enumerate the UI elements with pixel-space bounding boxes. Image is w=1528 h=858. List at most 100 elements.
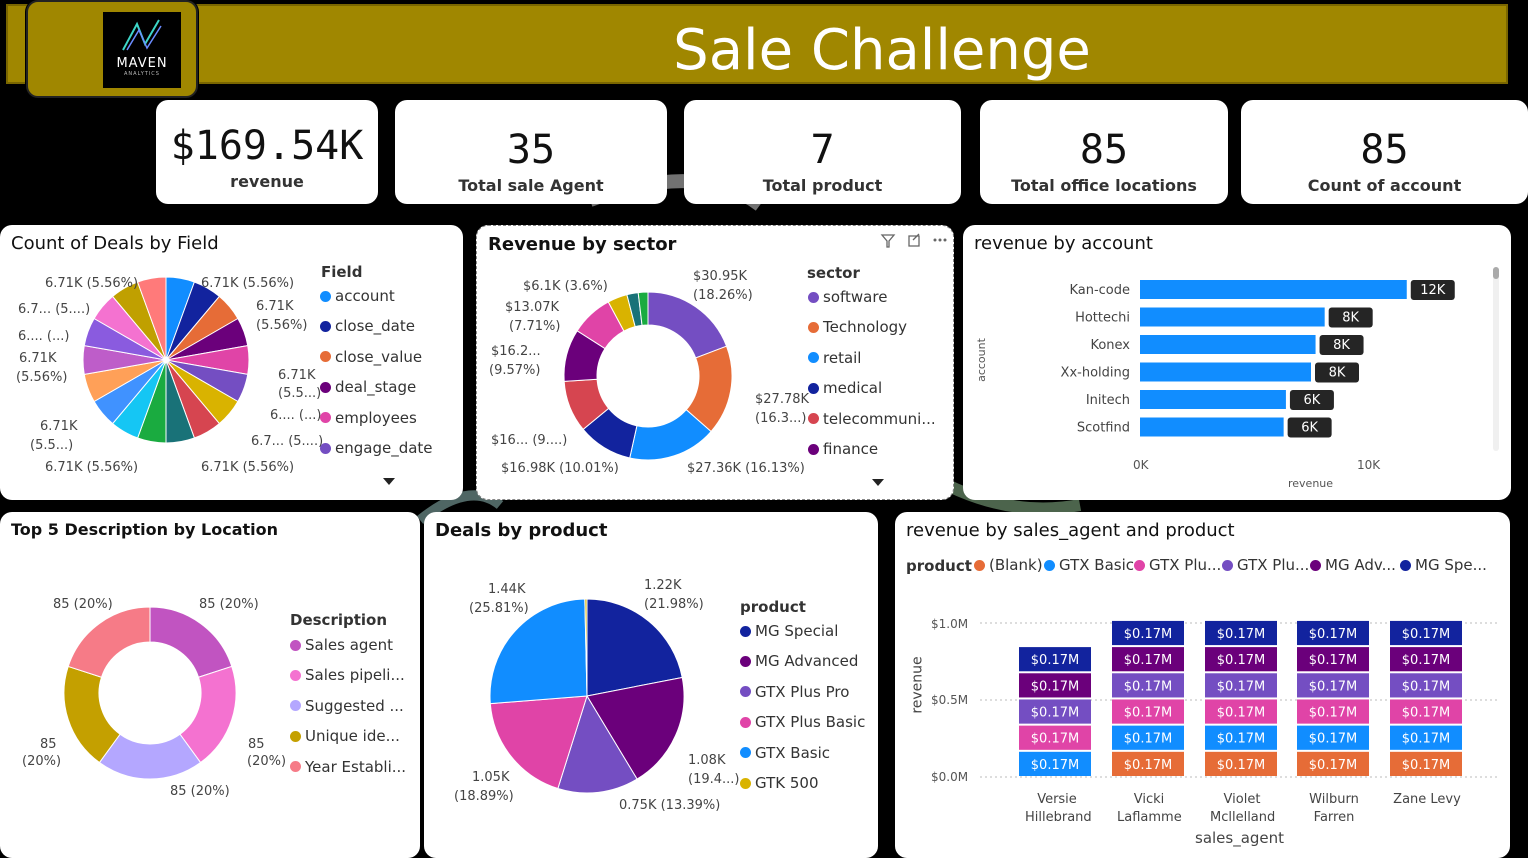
legend-marker [290,669,301,681]
slice-label: $16... (9....) [491,433,568,448]
kpi-accounts-value: 85 [1360,127,1409,173]
legend-item[interactable]: GTK 500 [740,774,819,792]
card-revenue-by-sector[interactable]: Revenue by sector $30.95K (18.26%) $27.7… [476,225,954,500]
card-top5-description[interactable]: Top 5 Description by Location 85 (20%) 8… [0,512,420,858]
slice-label: 6.7... (5....) [18,302,91,317]
legend-item[interactable]: Sales pipeli... [290,666,405,684]
bar[interactable] [1140,335,1316,354]
legend-item[interactable]: employees [320,409,417,427]
legend-label: Sales pipeli... [305,666,405,685]
legend-marker [320,290,331,302]
y-tick: Scotfind [1077,421,1130,436]
legend-marker [808,321,819,333]
legend-label: software [823,288,888,306]
legend-item[interactable]: account [320,287,395,305]
dashboard: Sale Challenge MAVEN ANALYTICS $169.54K … [0,0,1528,858]
scrollbar-thumb[interactable] [1493,267,1499,279]
logo-frame: MAVEN ANALYTICS [26,0,198,98]
legend-item[interactable]: medical [808,379,882,397]
slice-label: 6.71K [256,299,294,314]
legend-item[interactable]: MG Advanced [740,652,858,670]
legend-item[interactable]: GTX Plus Pro [740,683,849,701]
top5-description-donut[interactable] [0,512,420,858]
title-banner: Sale Challenge [6,4,1508,84]
bar[interactable] [1140,417,1284,437]
legend-item[interactable]: GTX Basic [740,744,830,762]
kpi-products[interactable]: 7 Total product [684,100,961,204]
y-tick: $0.0M [931,770,969,784]
data-label: $0.17M [1402,679,1450,694]
pie-slice[interactable] [149,606,233,678]
legend-item[interactable]: Technology [808,318,907,336]
slice-label: $27.78K [755,392,810,407]
kpi-accounts-label: Count of account [1307,176,1462,195]
legend-marker [320,320,331,332]
legend-marker [808,413,819,425]
legend-item[interactable]: telecommuni... [808,410,936,428]
bar[interactable] [1140,362,1311,382]
card-revenue-by-agent-product[interactable]: revenue by sales_agent and product produ… [895,512,1510,858]
maven-logo-icon [122,19,162,51]
legend-marker [740,716,751,728]
card-deals-by-product[interactable]: Deals by product 1.22K (21.98%) 1.08K (1… [424,512,878,858]
legend-label: Unique ide... [305,727,400,746]
kpi-products-value: 7 [810,127,835,173]
legend-title: sector [807,264,860,282]
card-revenue-by-account[interactable]: revenue by account Kan-code 12K Hottechi 8K… [963,225,1511,500]
y-axis-title: revenue [909,656,926,714]
legend-item[interactable]: Year Establi... [290,758,406,776]
legend-item[interactable]: close_value [320,348,422,366]
legend-item[interactable]: Sales agent [290,636,393,654]
data-label: $0.17M [1309,679,1357,694]
kpi-sale-agents[interactable]: 35 Total sale Agent [395,100,667,204]
card-deals-by-field[interactable]: Count of Deals by Field 6.71K (5.56%) 6.… [0,225,463,500]
kpi-accounts[interactable]: 85 Count of account [1241,100,1528,204]
legend-item[interactable]: deal_stage [320,378,416,396]
legend-item[interactable]: close_date [320,317,415,335]
x-axis-title: revenue [1288,477,1334,490]
slice-label: $13.07K [505,300,560,315]
bar[interactable] [1140,390,1286,409]
slice-label: (20%) [22,754,62,769]
bar[interactable] [1140,280,1407,299]
legend-more-icon[interactable] [383,478,395,485]
x-tick: Vicki Laflamme [1117,792,1182,825]
legend-item[interactable]: Unique ide... [290,727,400,745]
x-tick: Wilburn Farren [1309,792,1359,825]
scrollbar[interactable] [1493,267,1499,451]
legend-label: Technology [823,318,908,337]
kpi-office-locations[interactable]: 85 Total office locations [980,100,1228,204]
kpi-revenue[interactable]: $169.54K revenue [156,100,378,204]
slice-label: 6.71K [40,419,78,434]
legend-label: GTK 500 [755,774,819,792]
revenue-by-account-bars[interactable]: Kan-code 12K Hottechi 8K Konex 8K Xx-holding 8K… [963,225,1511,500]
legend-label: retail [823,348,862,367]
data-label: $0.17M [1031,679,1079,694]
data-label: $0.17M [1217,758,1265,773]
legend-item[interactable]: Suggested ... [290,697,404,715]
slice-label: 6.71K (5.56%) [201,460,295,475]
legend-more-icon[interactable] [872,479,884,486]
bar[interactable] [1140,307,1325,327]
legend-marker [808,443,819,455]
legend-title: product [740,598,806,616]
legend-item[interactable]: finance [808,440,878,458]
slice-label: (18.26%) [693,288,753,303]
slice-label: $27.36K (16.13%) [687,461,805,476]
slice-label: 6.71K [278,368,316,383]
legend-marker [290,700,301,712]
pie-slice[interactable] [67,606,151,678]
legend-title: Description [290,611,388,629]
kpi-office-locations-label: Total office locations [1011,176,1197,195]
slice-label: 1.22K [644,578,682,593]
kpi-office-locations-value: 85 [1079,127,1129,173]
legend-item[interactable]: GTX Plus Basic [740,713,865,731]
data-label: $0.17M [1124,732,1172,747]
legend-item[interactable]: software [808,288,887,306]
legend-item[interactable]: engage_date [320,439,433,457]
legend-item[interactable]: MG Special [740,622,838,640]
y-tick: Kan-code [1069,283,1130,298]
legend-item[interactable]: retail [808,349,861,367]
slice-label: 1.05K [472,770,510,785]
slice-label: 6.... (...) [18,329,70,344]
